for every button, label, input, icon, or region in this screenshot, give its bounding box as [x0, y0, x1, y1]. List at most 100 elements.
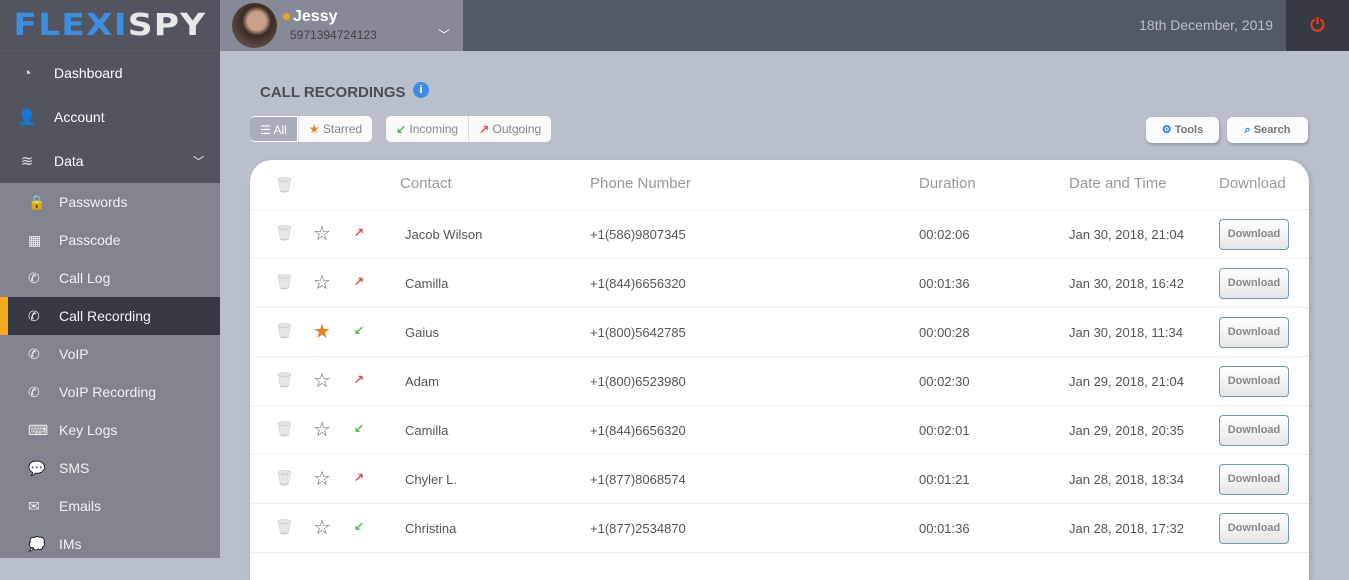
sidebar-item-emails[interactable]: ✉ Emails — [0, 487, 220, 525]
table-row: 🗑 ☆ ↗ Jacob Wilson +1(586)9807345 00:02:… — [250, 210, 1309, 259]
chat-icon: 💬 — [28, 459, 46, 476]
phone-cell: +1(877)2534870 — [590, 521, 686, 536]
datetime-cell: Jan 28, 2018, 18:34 — [1069, 472, 1184, 487]
datetime-cell: Jan 30, 2018, 11:34 — [1069, 325, 1183, 340]
recordings-table: 🗑 Contact Phone Number Duration Date and… — [250, 160, 1309, 580]
filter-starred[interactable]: ★ Starred — [297, 116, 372, 142]
chevron-down-icon[interactable]: ﹀ — [438, 26, 450, 43]
duration-cell: 00:02:01 — [919, 423, 970, 438]
outgoing-arrow-icon: ↗ — [479, 122, 493, 136]
sidebar-item-ims[interactable]: 💭 IMs — [0, 525, 220, 563]
sidebar-item-call-log[interactable]: ✆ Call Log — [0, 259, 220, 297]
contact-cell: Jacob Wilson — [405, 227, 483, 242]
datetime-cell: Jan 28, 2018, 17:32 — [1069, 521, 1184, 536]
table-header: 🗑 Contact Phone Number Duration Date and… — [250, 160, 1309, 210]
device-selector[interactable]: Jessy 5971394724123 ﹀ — [220, 0, 463, 51]
table-row: 🗑 ★ ↙ Gaius +1(800)5642785 00:00:28 Jan … — [250, 308, 1309, 357]
duration-cell: 00:01:36 — [919, 276, 970, 291]
sidebar-item-voip-recording[interactable]: ✆ VoIP Recording — [0, 373, 220, 411]
phone-cell: +1(877)8068574 — [590, 472, 686, 487]
user-name: Jessy — [293, 8, 338, 25]
star-icon[interactable]: ☆ — [313, 515, 331, 540]
star-icon[interactable]: ☆ — [313, 417, 331, 442]
sidebar-item-label: Key Logs — [59, 422, 118, 438]
outgoing-arrow-icon: ↗ — [354, 274, 365, 288]
header-phone[interactable]: Phone Number — [590, 175, 691, 192]
incoming-arrow-icon: ↙ — [396, 122, 410, 136]
sidebar-item-dashboard[interactable]: ◔ Dashboard — [0, 51, 220, 95]
trash-icon[interactable]: 🗑 — [275, 224, 294, 242]
info-icon[interactable]: i — [413, 82, 429, 98]
contact-cell: Gaius — [405, 325, 439, 340]
download-button[interactable]: Download — [1219, 366, 1289, 397]
download-button[interactable]: Download — [1219, 464, 1289, 495]
download-button[interactable]: Download — [1219, 317, 1289, 348]
sidebar-item-data[interactable]: ≋ Data ﹀ — [0, 139, 220, 183]
grid-icon: ▦ — [28, 231, 42, 248]
table-row: 🗑 ☆ ↙ Camilla +1(844)6656320 00:02:01 Ja… — [250, 406, 1309, 455]
dashboard-icon: ◔ — [22, 64, 32, 82]
header-datetime[interactable]: Date and Time — [1069, 175, 1167, 192]
sidebar-item-label: Call Recording — [59, 308, 151, 324]
logo-text: SPY — [127, 7, 207, 43]
chat-bubbles-icon: 💭 — [28, 535, 46, 552]
contact-cell: Christina — [405, 521, 457, 536]
datetime-cell: Jan 30, 2018, 21:04 — [1069, 227, 1184, 242]
sidebar-item-label: Account — [54, 109, 105, 125]
download-button[interactable]: Download — [1219, 513, 1289, 544]
sidebar-item-account[interactable]: 👤 Account — [0, 95, 220, 139]
header-contact[interactable]: Contact — [400, 175, 452, 192]
phone-cell: +1(800)5642785 — [590, 325, 686, 340]
download-button[interactable]: Download — [1219, 268, 1289, 299]
contact-cell: Camilla — [405, 276, 449, 291]
trash-icon[interactable]: 🗑 — [275, 322, 294, 340]
table-row: 🗑 ☆ ↗ Adam +1(800)6523980 00:02:30 Jan 2… — [250, 357, 1309, 406]
datetime-cell: Jan 29, 2018, 21:04 — [1069, 374, 1184, 389]
filter-outgoing[interactable]: ↗ Outgoing — [468, 116, 551, 142]
sidebar-item-label: VoIP — [59, 346, 89, 362]
call-recording-icon: ✆ — [28, 307, 40, 324]
gear-icon: ⚙ — [1161, 124, 1175, 136]
search-icon: ⌕ — [1244, 124, 1254, 136]
table-row: 🗑 ☆ ↗ Chyler L. +1(877)8068574 00:01:21 … — [250, 455, 1309, 504]
sidebar-item-label: Passwords — [59, 194, 128, 210]
filter-incoming[interactable]: ↙ Incoming — [386, 116, 468, 142]
trash-icon[interactable]: 🗑 — [275, 469, 294, 487]
header-duration[interactable]: Duration — [919, 175, 976, 192]
star-icon[interactable]: ☆ — [313, 368, 331, 393]
sidebar-item-call-recording[interactable]: ✆ Call Recording — [0, 297, 220, 335]
sidebar-item-passcode[interactable]: ▦ Passcode — [0, 221, 220, 259]
star-icon[interactable]: ☆ — [313, 221, 331, 246]
trash-icon[interactable]: 🗑 — [275, 273, 294, 291]
trash-icon[interactable]: 🗑 — [275, 518, 294, 536]
trash-icon[interactable]: 🗑 — [275, 176, 294, 194]
trash-icon[interactable]: 🗑 — [275, 420, 294, 438]
tools-button[interactable]: ⚙ Tools — [1146, 117, 1219, 143]
envelope-icon: ✉ — [28, 497, 40, 514]
sidebar-item-label: SMS — [59, 460, 90, 476]
filter-label: Incoming — [409, 122, 459, 136]
direction-filter-group: ↙ Incoming ↗ Outgoing — [386, 116, 552, 142]
contact-cell: Adam — [405, 374, 439, 389]
power-icon[interactable]: ⏻ — [1286, 0, 1349, 51]
star-icon[interactable]: ☆ — [313, 270, 331, 295]
duration-cell: 00:02:06 — [919, 227, 970, 242]
logo[interactable]: FLEXISPY — [0, 0, 220, 51]
sidebar-item-voip[interactable]: ✆ VoIP — [0, 335, 220, 373]
datetime-cell: Jan 30, 2018, 16:42 — [1069, 276, 1184, 291]
star-icon[interactable]: ★ — [313, 319, 331, 344]
filter-all[interactable]: ☰ All — [250, 116, 298, 142]
current-date: 18th December, 2019 — [1139, 17, 1273, 33]
star-icon[interactable]: ☆ — [313, 466, 331, 491]
sidebar-item-passwords[interactable]: 🔒 Passwords — [0, 183, 220, 221]
search-label: Search — [1253, 124, 1291, 136]
search-button[interactable]: ⌕ Search — [1227, 117, 1308, 143]
lock-icon: 🔒 — [28, 193, 46, 210]
sidebar-item-key-logs[interactable]: ⌨ Key Logs — [0, 411, 220, 449]
download-button[interactable]: Download — [1219, 415, 1289, 446]
trash-icon[interactable]: 🗑 — [275, 371, 294, 389]
download-button[interactable]: Download — [1219, 219, 1289, 250]
star-icon: ★ — [308, 122, 323, 136]
sidebar-item-sms[interactable]: 💬 SMS — [0, 449, 220, 487]
contact-cell: Chyler L. — [405, 472, 458, 487]
